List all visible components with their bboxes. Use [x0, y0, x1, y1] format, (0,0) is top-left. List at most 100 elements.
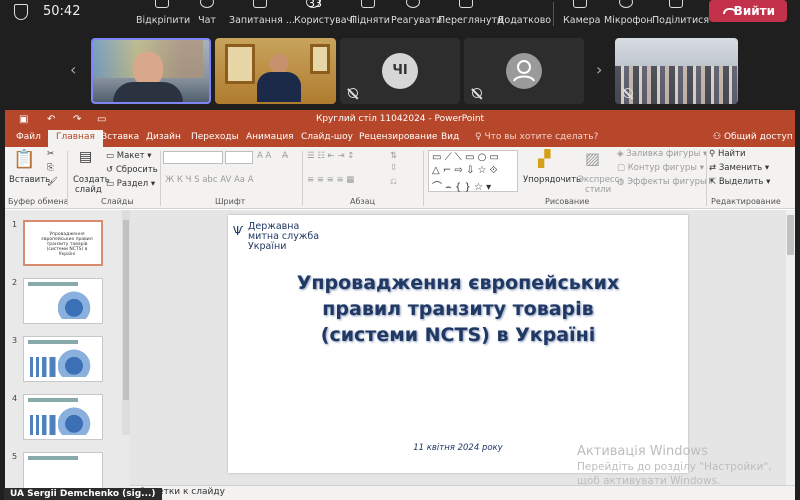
unpin-button[interactable]: Відкріпити [136, 0, 190, 30]
participant-video-tile[interactable] [215, 38, 336, 104]
font-grow-icon[interactable]: A A [257, 151, 271, 161]
tab-slideshow[interactable]: Слайд-шоу [301, 132, 353, 142]
more-button[interactable]: ··· Додатково [497, 0, 551, 30]
font-name-input[interactable] [163, 151, 223, 164]
shapes-icons: ⌒ ⌢ { } ☆ ▾ [432, 182, 492, 193]
shape-effects-button[interactable]: ◍ Эффекты фигуры ▾ [617, 177, 714, 187]
font-size-input[interactable] [225, 151, 253, 164]
tell-me-box[interactable]: ♀ Что вы хотите сделать? [475, 132, 598, 142]
cursor-icon: ⇱ [709, 177, 719, 187]
mic-off-icon [472, 88, 482, 98]
copy-icon[interactable]: ⎘ [47, 163, 54, 173]
present-icon[interactable]: ▭ [97, 110, 106, 129]
person-body [113, 82, 183, 102]
meeting-timer: 50:42 [43, 4, 81, 19]
grid-icon [459, 0, 473, 8]
clear-format-icon[interactable]: A̶ [282, 151, 288, 161]
people-button[interactable]: 33 Користувачі [294, 0, 355, 30]
redo-icon[interactable]: ↷ [73, 110, 81, 129]
arrange-button[interactable]: Упорядочить [523, 175, 581, 185]
tab-transitions[interactable]: Переходы [191, 132, 239, 142]
list-icons[interactable]: ☰ ☷ ⇤ ⇥ ↕ [307, 151, 354, 161]
smartart-icon[interactable]: ⎌ [390, 177, 397, 187]
undo-icon[interactable]: ↶ [47, 110, 55, 129]
slide-thumbnail-2[interactable] [23, 278, 103, 324]
divider [706, 151, 707, 206]
font-style-buttons[interactable]: Ж К Ч S abc AV Аа A [165, 175, 254, 185]
thumbnails-scrollbar[interactable] [122, 210, 130, 435]
quick-styles-label: стили [585, 185, 612, 195]
screen: 50:42 Відкріпити Чат Запитання ... 33 Ко… [0, 0, 800, 500]
tab-design[interactable]: Дизайн [146, 132, 181, 142]
shape-outline-button[interactable]: ▢ Контур фигуры ▾ [617, 163, 704, 173]
qa-button[interactable]: Запитання ... [229, 0, 295, 30]
participant-video-tile[interactable] [91, 38, 211, 104]
editor-scrollbar[interactable] [786, 210, 795, 485]
camera-button[interactable]: Камера [563, 0, 600, 30]
scrollbar-thumb[interactable] [123, 220, 129, 400]
phone-icon [723, 8, 737, 14]
participant-avatar-tile[interactable] [464, 38, 584, 104]
shapes-gallery[interactable]: ▭ ⟋ ⟍ ▭ ○ ▭ △ ⌐ ⇨ ⇩ ☆ ⟐ ⌒ ⌢ { } ☆ ▾ [428, 150, 518, 193]
notes-pane[interactable]: Заметки к слайду [130, 485, 795, 500]
mic-off-icon [623, 88, 633, 98]
group-label-paragraph: Абзац [350, 197, 376, 206]
slide-thumbnail-4[interactable] [23, 394, 103, 440]
replace-icon: ⇄ [709, 163, 719, 173]
current-slide[interactable]: Ѱ Державна митна служба України Упровадж… [228, 215, 688, 473]
slide-thumbnail-3[interactable] [23, 336, 103, 382]
chevron-left-icon[interactable]: ‹ [70, 60, 76, 79]
powerpoint-window: ▣ ↶ ↷ ▭ Круглий стіл 11042024 - PowerPoi… [5, 110, 795, 500]
scrollbar-thumb[interactable] [787, 215, 794, 255]
chevron-right-icon[interactable]: › [596, 60, 602, 79]
window-titlebar: ▣ ↶ ↷ ▭ Круглий стіл 11042024 - PowerPoi… [5, 110, 795, 129]
format-painter-icon[interactable]: 🖌 [47, 177, 58, 187]
participant-video-tile[interactable] [615, 38, 738, 104]
chat-button[interactable]: Чат [193, 0, 221, 30]
slide-title: Упровадження європейських правил транзит… [268, 270, 648, 348]
find-button[interactable]: ⚲ Найти [709, 149, 746, 159]
slide-thumbnail-1[interactable]: Упровадження європейських правил транзит… [23, 220, 103, 266]
participant-avatar-tile[interactable]: ЧІ [340, 38, 460, 104]
paste-button[interactable]: Вставить [9, 175, 50, 185]
reset-icon: ↺ [106, 165, 116, 175]
shape-fill-button[interactable]: ◈ Заливка фигуры ▾ [617, 149, 707, 159]
share-doc-button[interactable]: ⚇ Общий доступ [713, 132, 793, 142]
text-direction-icon[interactable]: ⇅ [390, 151, 397, 161]
tab-insert[interactable]: Вставка [101, 132, 139, 142]
react-button[interactable]: Реагувати [391, 0, 442, 30]
divider [423, 151, 424, 206]
tab-review[interactable]: Рецензирование [359, 132, 437, 142]
raise-hand-button[interactable]: Підняти [350, 0, 390, 30]
view-button[interactable]: Переглянути [438, 0, 503, 30]
activation-text: Перейдіть до розділу "Настройки", [577, 461, 772, 473]
tab-animation[interactable]: Анимация [246, 132, 294, 142]
align-icons[interactable]: ≡ ≡ ≡ ≡ ▦ [307, 175, 354, 185]
layout-button[interactable]: ▭ Макет ▾ [106, 151, 152, 161]
save-icon[interactable]: ▣ [19, 110, 28, 129]
leave-button[interactable]: Вийти [709, 0, 787, 22]
cut-icon[interactable]: ✂ [47, 149, 54, 159]
tab-home[interactable]: Главная [48, 130, 103, 147]
share-button[interactable]: Поділитися [652, 0, 709, 30]
group-label-drawing: Рисование [545, 197, 590, 206]
quick-styles-icon: ▨ [585, 149, 601, 168]
tab-file[interactable]: Файл [16, 132, 41, 142]
bar-chart-graphic [30, 415, 60, 435]
reset-button[interactable]: ↺ Сбросить [106, 165, 158, 175]
painting [310, 44, 330, 74]
section-button[interactable]: ▭ Раздел ▾ [106, 179, 155, 189]
person-head [133, 52, 163, 86]
quick-styles-button[interactable]: Экспресс- [578, 175, 622, 185]
select-button[interactable]: ⇱ Выделить ▾ [709, 177, 770, 187]
slide-number: 2 [12, 278, 18, 287]
new-slide-button[interactable]: Создать [73, 175, 110, 185]
europe-map-graphic [58, 349, 98, 377]
align-text-icon[interactable]: ⇳ [390, 163, 397, 173]
tab-view[interactable]: Вид [441, 132, 459, 142]
teams-meeting-bar: 50:42 Відкріпити Чат Запитання ... 33 Ко… [0, 0, 800, 30]
shield-icon [14, 4, 28, 20]
group-label-clipboard: Буфер обмена [8, 197, 69, 206]
mic-button[interactable]: Мікрофон [604, 0, 653, 30]
replace-button[interactable]: ⇄ Заменить ▾ [709, 163, 769, 173]
